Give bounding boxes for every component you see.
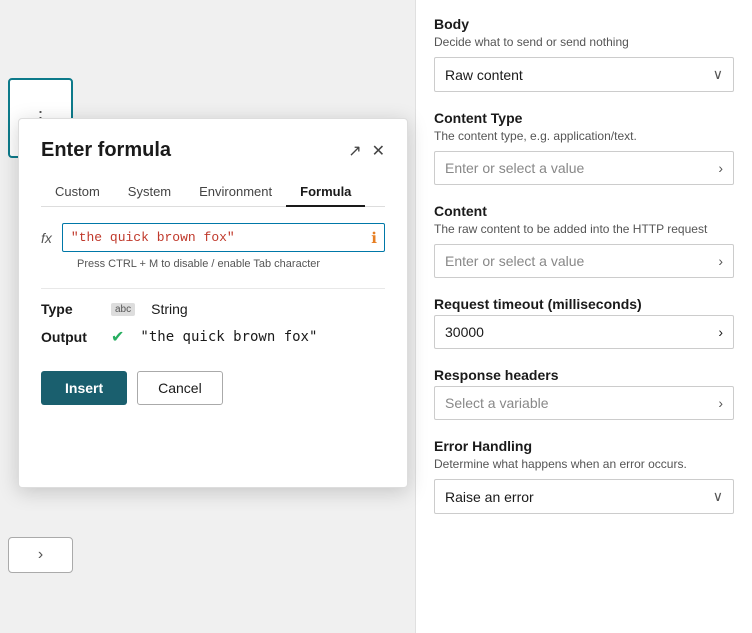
error-handling-value: Raise an error <box>445 489 534 505</box>
formula-input-wrapper: ℹ <box>62 223 385 252</box>
body-section: Body Decide what to send or send nothing… <box>434 16 734 92</box>
error-handling-section: Error Handling Determine what happens wh… <box>434 438 734 514</box>
divider <box>41 288 385 289</box>
tab-system[interactable]: System <box>114 178 185 207</box>
error-handling-subtitle: Determine what happens when an error occ… <box>434 457 734 471</box>
modal-title: Enter formula <box>41 139 171 162</box>
content-type-placeholder: Enter or select a value <box>445 160 584 176</box>
type-icon: abc <box>111 303 135 316</box>
content-arrow: › <box>718 253 723 269</box>
output-row: Output ✔ "the quick brown fox" <box>41 327 385 347</box>
output-label: Output <box>41 329 101 345</box>
response-headers-field[interactable]: Select a variable › <box>434 386 734 420</box>
formula-hint: Press CTRL + M to disable / enable Tab c… <box>77 258 385 270</box>
response-headers-placeholder: Select a variable <box>445 395 549 411</box>
body-title: Body <box>434 16 734 32</box>
response-headers-title: Response headers <box>434 367 734 383</box>
modal-header-icons: ↗ ✕ <box>348 141 385 161</box>
tab-custom[interactable]: Custom <box>41 178 114 207</box>
formula-modal: Enter formula ↗ ✕ Custom System Environm… <box>18 118 408 488</box>
info-icon[interactable]: ℹ <box>371 229 377 247</box>
modal-header: Enter formula ↗ ✕ <box>41 139 385 162</box>
timeout-arrow: › <box>718 324 723 340</box>
type-value: String <box>151 301 188 317</box>
body-subtitle: Decide what to send or send nothing <box>434 35 734 49</box>
modal-footer: Insert Cancel <box>41 371 385 405</box>
error-handling-dropdown[interactable]: Raise an error ∨ <box>434 479 734 514</box>
insert-button[interactable]: Insert <box>41 371 127 405</box>
content-field[interactable]: Enter or select a value › <box>434 244 734 278</box>
canvas-bottom-nav[interactable]: › <box>8 537 73 573</box>
body-dropdown-chevron: ∨ <box>713 66 723 83</box>
error-handling-chevron: ∨ <box>713 488 723 505</box>
tab-environment[interactable]: Environment <box>185 178 286 207</box>
timeout-title: Request timeout (milliseconds) <box>434 296 734 312</box>
content-subtitle: The raw content to be added into the HTT… <box>434 222 734 236</box>
timeout-value: 30000 <box>445 324 484 340</box>
content-type-field[interactable]: Enter or select a value › <box>434 151 734 185</box>
content-title: Content <box>434 203 734 219</box>
type-row: Type abc String <box>41 301 385 317</box>
output-value: "the quick brown fox" <box>140 329 317 345</box>
expand-icon[interactable]: ↗ <box>348 141 361 161</box>
type-label: Type <box>41 301 101 317</box>
response-headers-section: Response headers Select a variable › <box>434 367 734 420</box>
check-icon: ✔ <box>111 327 124 347</box>
error-handling-title: Error Handling <box>434 438 734 454</box>
timeout-section: Request timeout (milliseconds) 30000 › <box>434 296 734 349</box>
content-type-subtitle: The content type, e.g. application/text. <box>434 129 734 143</box>
tab-formula[interactable]: Formula <box>286 178 365 207</box>
close-icon[interactable]: ✕ <box>372 141 385 161</box>
content-type-title: Content Type <box>434 110 734 126</box>
cancel-button[interactable]: Cancel <box>137 371 223 405</box>
body-dropdown-value: Raw content <box>445 67 523 83</box>
content-section: Content The raw content to be added into… <box>434 203 734 278</box>
response-headers-arrow: › <box>718 395 723 411</box>
modal-tabs: Custom System Environment Formula <box>41 178 385 207</box>
chevron-right-icon: › <box>38 546 43 564</box>
formula-input-row: fx ℹ <box>41 223 385 252</box>
content-type-arrow: › <box>718 160 723 176</box>
formula-input[interactable] <box>62 223 385 252</box>
content-type-section: Content Type The content type, e.g. appl… <box>434 110 734 185</box>
result-section: Type abc String Output ✔ "the quick brow… <box>41 301 385 347</box>
fx-label: fx <box>41 230 52 246</box>
right-panel: Body Decide what to send or send nothing… <box>415 0 752 633</box>
timeout-field[interactable]: 30000 › <box>434 315 734 349</box>
body-dropdown[interactable]: Raw content ∨ <box>434 57 734 92</box>
content-placeholder: Enter or select a value <box>445 253 584 269</box>
